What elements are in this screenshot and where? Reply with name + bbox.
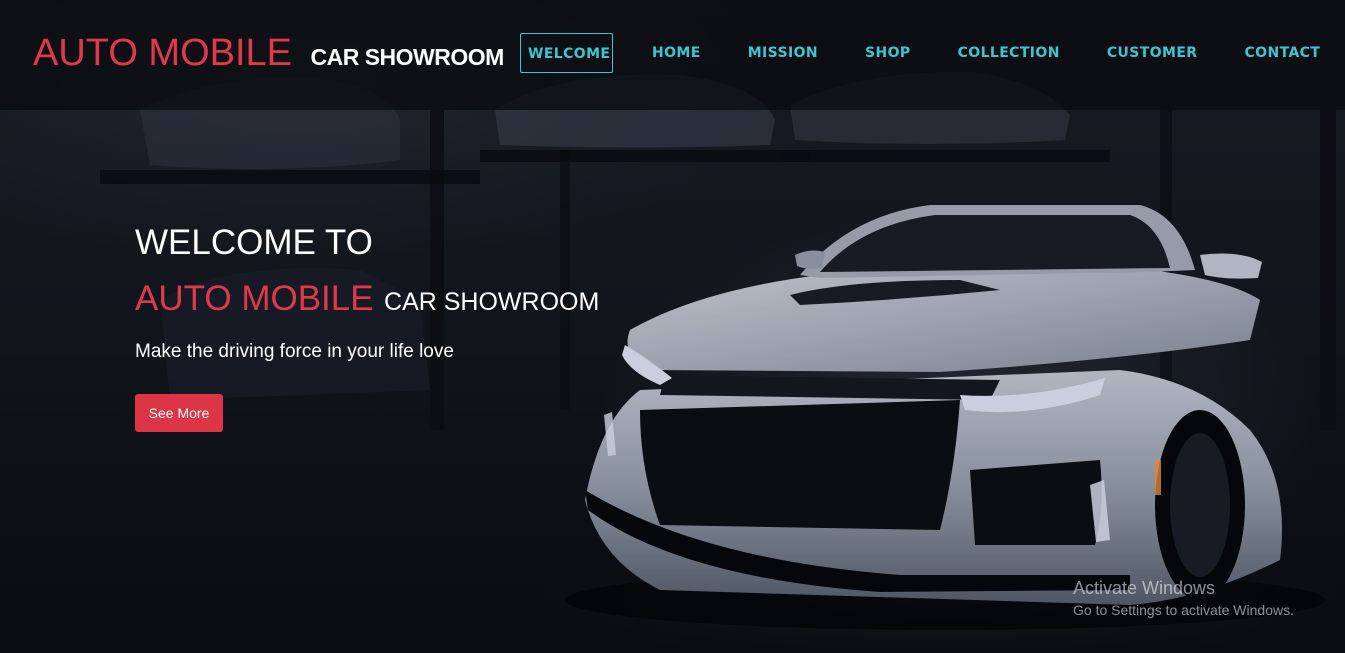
hero-tagline: Make the driving force in your life love	[135, 341, 454, 362]
nav-item-welcome[interactable]: WELCOME	[520, 33, 613, 73]
nav-item-customer[interactable]: CUSTOMER	[1099, 33, 1206, 73]
watermark-title: Activate Windows	[1073, 578, 1216, 598]
hero-brand-name: AUTO MOBILE	[135, 279, 374, 318]
brand-name: AUTO MOBILE	[33, 32, 293, 74]
page: AUTO MOBILE CAR SHOWROOM WELCOME HOME MI…	[0, 0, 1345, 653]
hero-brand-subtitle: CAR SHOWROOM	[384, 288, 600, 316]
main-nav: WELCOME HOME MISSION SHOP COLLECTION CUS…	[520, 32, 1328, 74]
hero-heading: WELCOME TO	[135, 223, 373, 262]
hero-brand-line: AUTO MOBILE CAR SHOWROOM	[135, 278, 615, 327]
navbar: AUTO MOBILE CAR SHOWROOM WELCOME HOME MI…	[0, 0, 1345, 110]
watermark-subtitle: Go to Settings to activate Windows.	[1073, 602, 1294, 618]
nav-item-home[interactable]: HOME	[644, 33, 709, 73]
brand-subtitle: CAR SHOWROOM	[310, 44, 504, 70]
nav-item-contact[interactable]: CONTACT	[1236, 33, 1328, 73]
hero-content: WELCOME TO AUTO MOBILE CAR SHOWROOM Make…	[135, 222, 615, 363]
nav-item-shop[interactable]: SHOP	[857, 33, 919, 73]
nav-item-collection[interactable]: COLLECTION	[950, 33, 1068, 73]
brand-logo[interactable]: AUTO MOBILE CAR SHOWROOM	[33, 32, 504, 75]
nav-item-mission[interactable]: MISSION	[740, 33, 826, 73]
see-more-button[interactable]: See More	[135, 394, 223, 432]
activate-windows-watermark: Activate Windows Go to Settings to activ…	[1073, 577, 1294, 620]
